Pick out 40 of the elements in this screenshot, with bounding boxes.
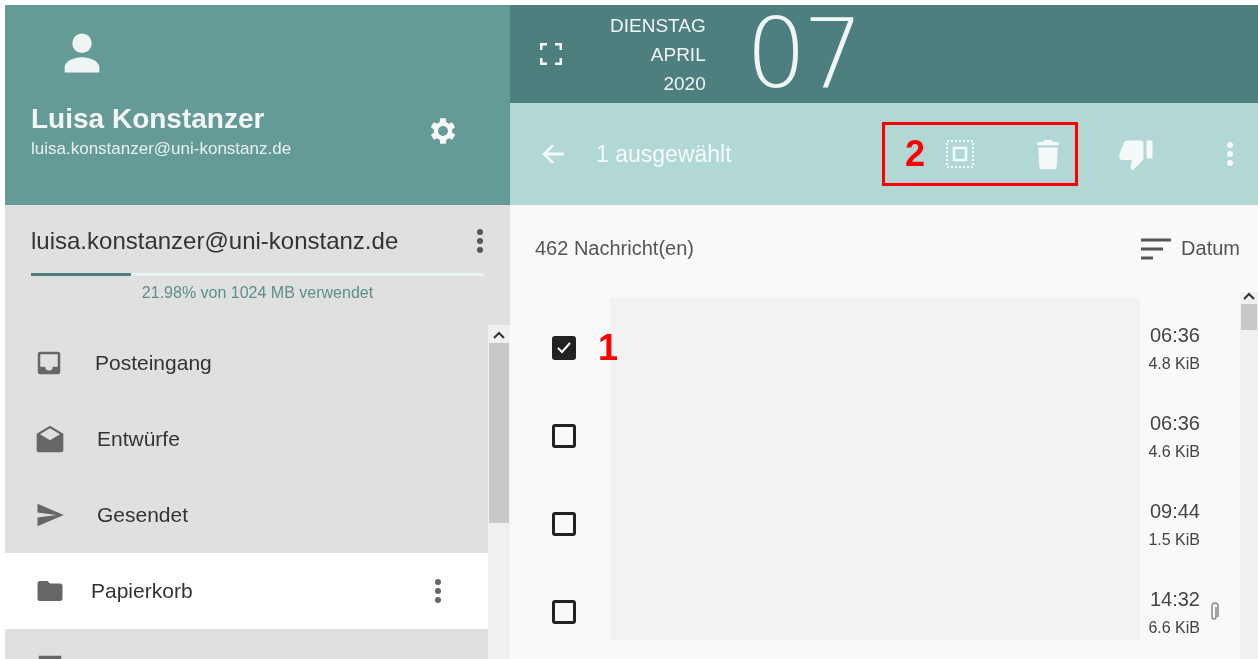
checkbox[interactable]	[552, 336, 576, 360]
message-size: 4.6 KiB	[1148, 442, 1200, 461]
more-icon[interactable]	[434, 578, 442, 604]
message-size: 1.5 KiB	[1148, 530, 1200, 549]
chevron-up-icon[interactable]	[493, 331, 505, 339]
annotation-number: 1	[598, 327, 619, 369]
month-label: APRIL	[650, 42, 706, 67]
day-number: 07	[745, 6, 860, 102]
paperclip-icon	[1209, 602, 1219, 622]
user-name: Luisa Konstanzer	[31, 103, 266, 135]
annotation-number: 2	[905, 133, 926, 175]
sort-icon	[1141, 237, 1172, 260]
message-size: 6.6 KiB	[1148, 618, 1200, 637]
more-icon[interactable]	[476, 228, 484, 254]
folder-item[interactable]: Posteingang	[5, 325, 488, 401]
checkmark-icon	[556, 341, 572, 355]
message-count: 462 Nachricht(en)	[535, 237, 694, 260]
message-time: 09:44	[1149, 499, 1200, 523]
message-time: 06:36	[1149, 411, 1200, 435]
weekday-label: DIENSTAG	[610, 13, 706, 38]
message-time: 14:32	[1149, 587, 1200, 611]
chevron-up-icon[interactable]	[1243, 292, 1255, 300]
sort-button[interactable]: Datum	[1141, 237, 1240, 260]
folder-item[interactable]: Entwürfe	[5, 401, 488, 477]
quota-label: 21.98% von 1024 MB verwendet	[140, 284, 375, 302]
message-size: 4.8 KiB	[1148, 354, 1200, 373]
scrollbar[interactable]	[1240, 292, 1258, 659]
checkbox[interactable]	[552, 424, 576, 448]
selection-count: 1 ausgewählt	[596, 140, 733, 168]
year-label: 2020	[663, 71, 706, 96]
scroll-thumb[interactable]	[1241, 304, 1257, 330]
checkbox[interactable]	[552, 600, 576, 624]
account-email: luisa.konstanzer@uni-konstanz.de	[31, 227, 399, 255]
user-email: luisa.konstanzer@uni-konstanz.de	[31, 139, 292, 159]
checkbox[interactable]	[552, 512, 576, 536]
scrollbar[interactable]	[488, 325, 510, 659]
fullscreen-icon[interactable]	[540, 43, 562, 65]
message-time: 06:36	[1149, 323, 1200, 347]
folder-item[interactable]: Gesendet	[5, 477, 488, 553]
scroll-thumb[interactable]	[489, 343, 509, 523]
